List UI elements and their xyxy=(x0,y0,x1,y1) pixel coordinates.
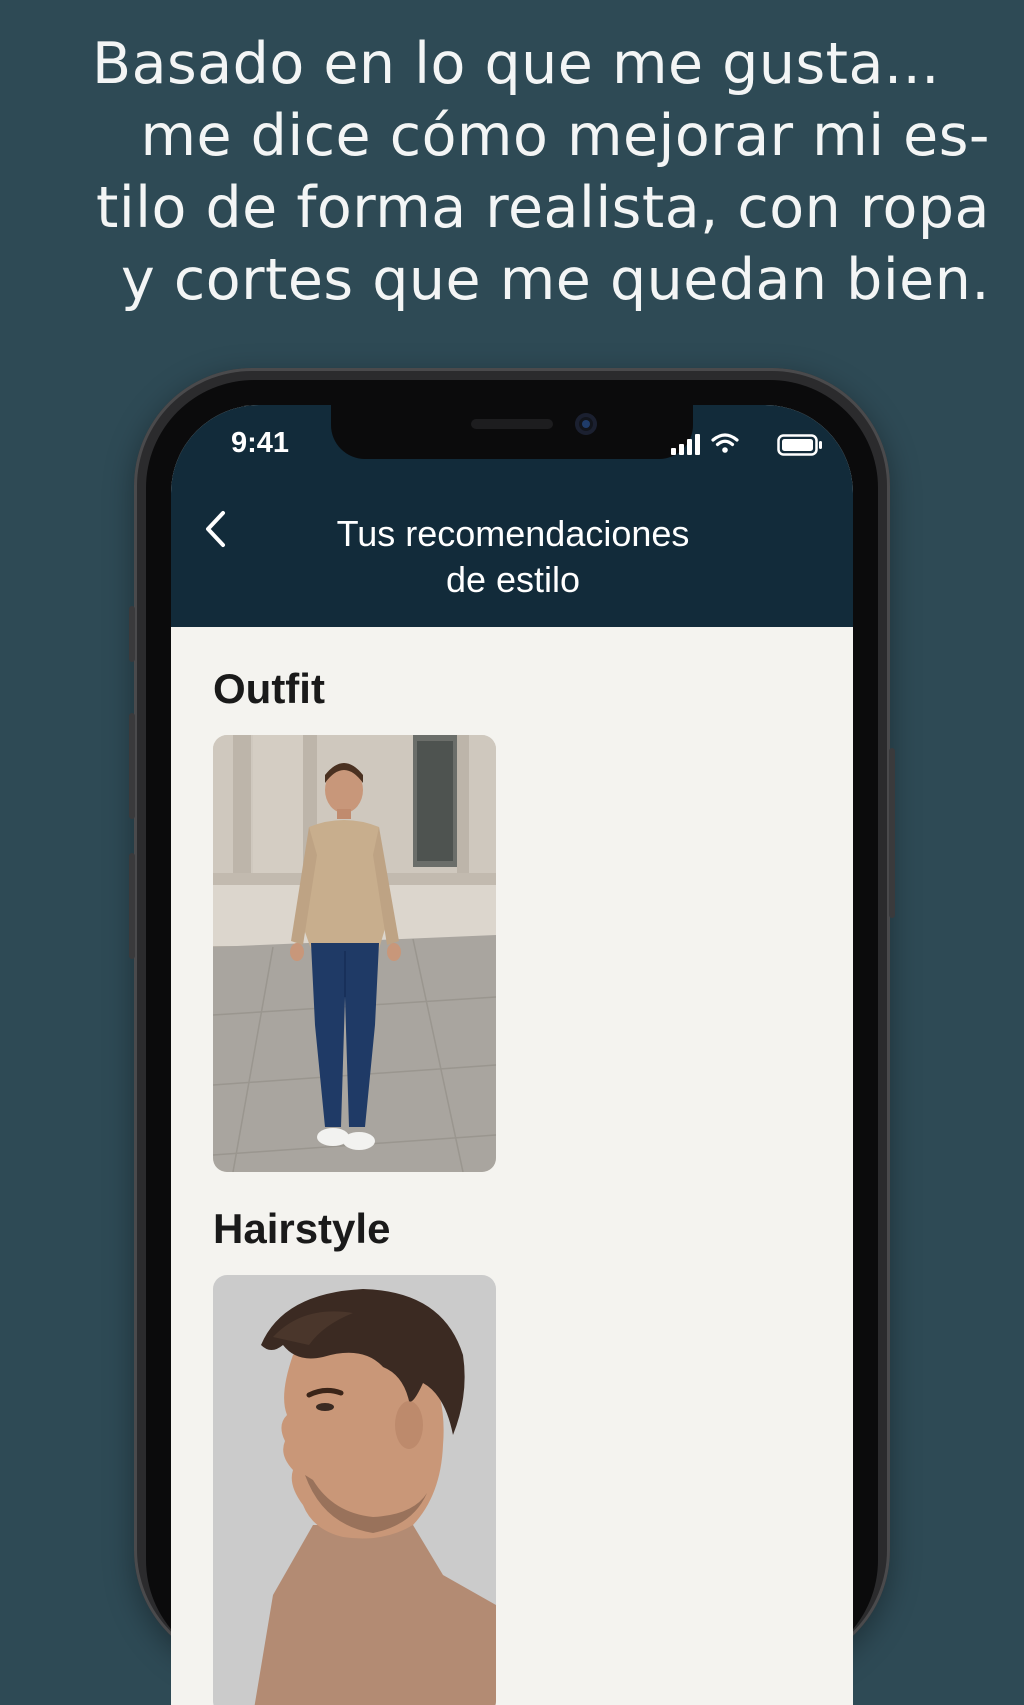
speaker-grille xyxy=(471,419,553,429)
status-time: 9:41 xyxy=(231,427,290,459)
outfit-section-title: Outfit xyxy=(213,665,325,712)
page-title-line: Tus recomendaciones xyxy=(336,513,690,554)
phone-frame: 9:41 Tus recomendaciones de estilo Outfi… xyxy=(129,368,895,1705)
power-button xyxy=(889,748,895,918)
volume-up-button xyxy=(129,713,135,819)
headline: Basado en lo que me gusta... me dice cóm… xyxy=(60,28,990,316)
outfit-card[interactable] xyxy=(213,735,496,1172)
hairstyle-section-title: Hairstyle xyxy=(213,1205,391,1252)
headline-line: tilo de forma realista, con ropa xyxy=(95,175,990,241)
front-camera xyxy=(575,413,597,435)
phone-screen: 9:41 Tus recomendaciones de estilo Outfi… xyxy=(171,405,853,1705)
back-button[interactable] xyxy=(197,507,237,551)
silence-switch xyxy=(129,606,135,662)
page-title-line: de estilo xyxy=(445,559,581,600)
signal-icon xyxy=(671,434,700,455)
hairstyle-card[interactable] xyxy=(213,1275,496,1705)
page-title: Tus recomendaciones de estilo xyxy=(271,511,755,603)
headline-line: Basado en lo que me gusta... xyxy=(92,31,940,97)
hairstyle-photo xyxy=(213,1275,496,1705)
battery-icon xyxy=(777,434,822,456)
headline-line: me dice cómo mejorar mi es- xyxy=(140,103,990,169)
chevron-left-icon xyxy=(206,511,225,547)
nav-bar: 9:41 Tus recomendaciones de estilo xyxy=(171,405,853,627)
volume-down-button xyxy=(129,853,135,959)
notch xyxy=(331,405,693,459)
outfit-photo xyxy=(213,735,496,1172)
headline-line: y cortes que me quedan bien. xyxy=(121,247,990,313)
wifi-icon xyxy=(711,433,739,453)
